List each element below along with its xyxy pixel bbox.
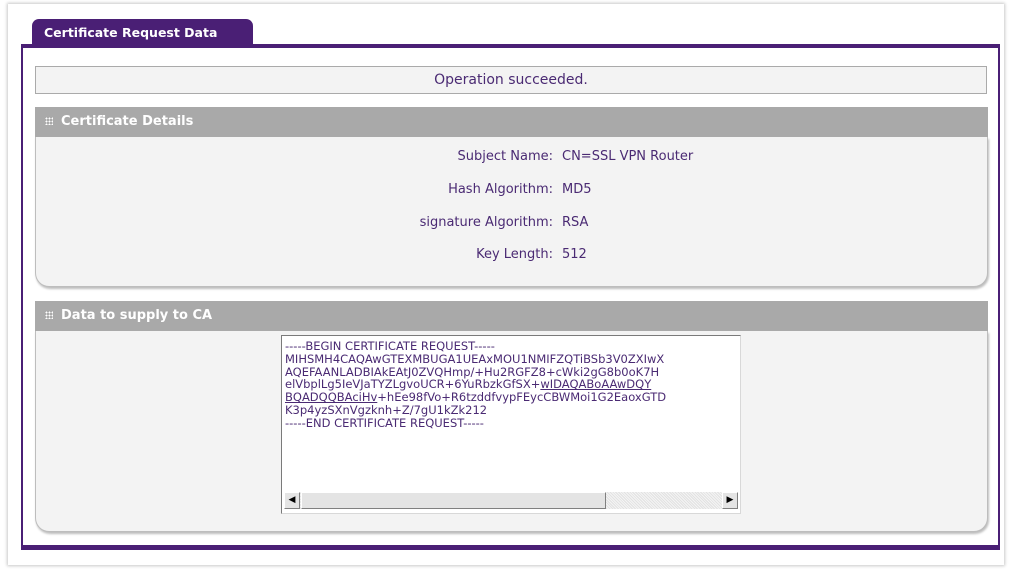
arrow-right-icon[interactable]: ▶ [722,492,738,509]
detail-row-key-length: Key Length: 512 [36,247,987,267]
certificate-details-title: Certificate Details [61,114,194,129]
arrow-left-icon[interactable]: ◀ [284,492,300,509]
detail-value: 512 [562,247,587,262]
scrollbar-thumb[interactable] [301,492,606,509]
detail-label: signature Algorithm: [419,215,553,230]
certificate-details-panel: Subject Name: CN=SSL VPN Router Hash Alg… [35,137,988,287]
detail-label: Key Length: [476,247,553,262]
detail-label: Subject Name: [457,149,553,164]
grip-icon [45,311,53,319]
detail-value: CN=SSL VPN Router [562,149,694,164]
detail-label: Hash Algorithm: [448,182,553,197]
grip-icon [45,117,53,125]
status-message: Operation succeeded. [35,66,987,94]
detail-row-subject-name: Subject Name: CN=SSL VPN Router [36,149,987,169]
tab-certificate-request-data[interactable]: Certificate Request Data [32,19,253,45]
data-to-ca-title: Data to supply to CA [61,308,213,323]
detail-value: RSA [562,215,589,230]
certificate-request-text[interactable]: -----BEGIN CERTIFICATE REQUEST----- MIHS… [285,340,740,488]
horizontal-scrollbar[interactable]: ◀ ▶ [284,492,738,509]
detail-row-signature-algorithm: signature Algorithm: RSA [36,215,987,235]
detail-row-hash-algorithm: Hash Algorithm: MD5 [36,182,987,202]
data-to-ca-header: Data to supply to CA [35,301,988,331]
certificate-request-textarea[interactable]: -----BEGIN CERTIFICATE REQUEST----- MIHS… [281,335,741,514]
detail-value: MD5 [562,182,592,197]
certificate-details-header: Certificate Details [35,107,988,137]
